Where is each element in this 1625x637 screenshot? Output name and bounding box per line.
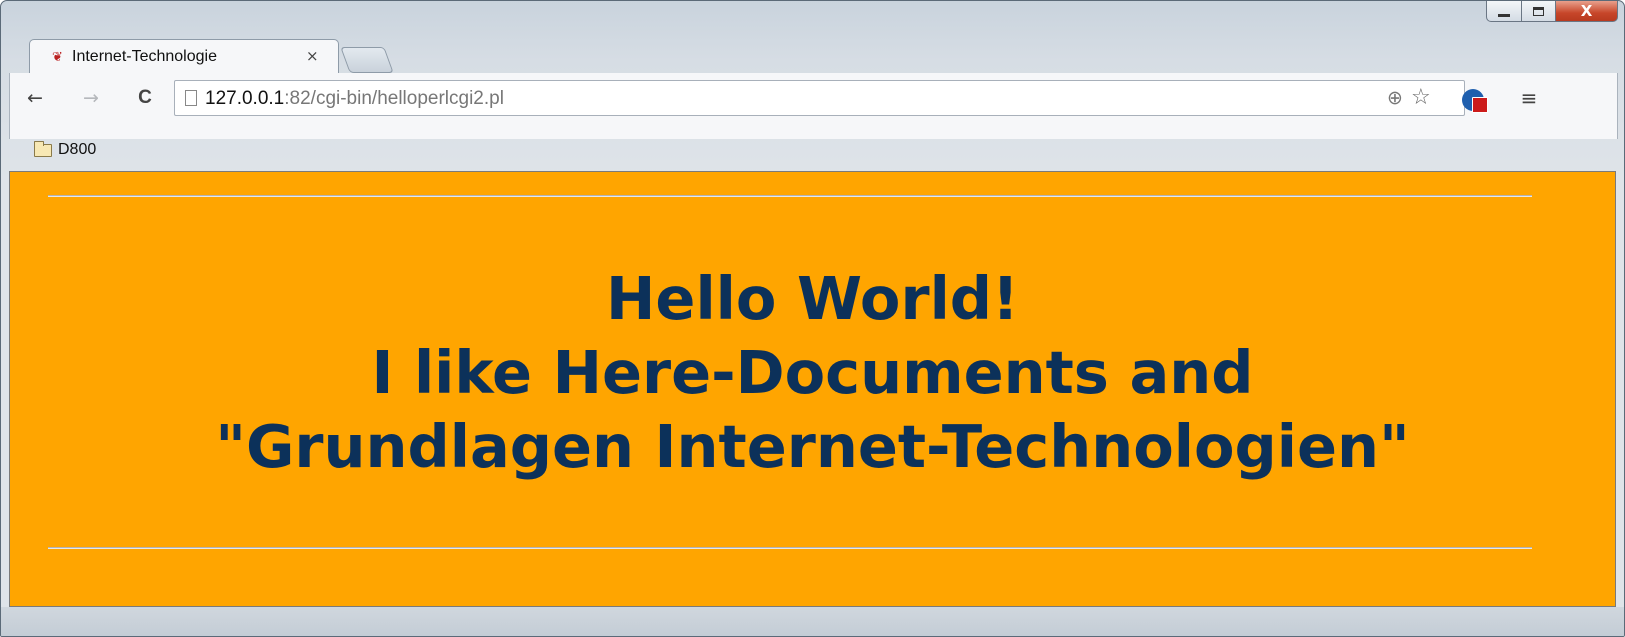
url-path: :82/cgi-bin/helloperlcgi2.pl — [284, 88, 504, 109]
page-content: Hello World! I like Here-Documents and "… — [9, 171, 1616, 607]
address-bar[interactable]: 127.0.0.1:82/cgi-bin/helloperlcgi2.pl ⊕ … — [174, 80, 1465, 116]
maximize-button[interactable] — [1522, 1, 1556, 22]
heading-line-2: I like Here-Documents and — [371, 338, 1254, 407]
minimize-icon — [1498, 13, 1510, 17]
back-arrow-icon[interactable]: ← — [24, 86, 46, 110]
pdf-badge-icon — [1472, 97, 1488, 113]
forward-arrow-icon[interactable]: → — [80, 86, 102, 110]
maximize-icon — [1533, 6, 1544, 16]
reload-icon[interactable]: C — [134, 86, 156, 110]
window-bottom-frame — [1, 607, 1624, 636]
tab-internet-technologie[interactable]: ❦ Internet-Technologie × — [29, 39, 339, 74]
close-window-button[interactable]: X — [1556, 1, 1618, 22]
new-tab-button[interactable] — [340, 47, 394, 73]
bookmark-folder-d800[interactable]: D800 — [34, 138, 96, 162]
page-heading: Hello World! I like Here-Documents and "… — [10, 262, 1615, 484]
horizontal-rule-top — [48, 195, 1532, 197]
tab-close-icon[interactable]: × — [306, 47, 322, 65]
pdf-extension-icon[interactable] — [1462, 89, 1488, 113]
browser-window: X ❦ Internet-Technologie × ← → C 127.0.0… — [0, 0, 1625, 637]
menu-icon[interactable]: ≡ — [1518, 86, 1540, 110]
tree-favicon-icon: ❦ — [52, 49, 63, 64]
heading-line-3: "Grundlagen Internet-Technologien" — [215, 412, 1410, 481]
url-host: 127.0.0.1 — [205, 88, 285, 109]
zoom-icon[interactable]: ⊕ — [1387, 86, 1403, 110]
page-icon — [185, 90, 197, 106]
bookmark-star-icon[interactable]: ☆ — [1411, 86, 1431, 110]
caption-buttons: X — [1486, 1, 1618, 23]
toolbar: ← → C 127.0.0.1:82/cgi-bin/helloperlcgi2… — [9, 73, 1618, 158]
horizontal-rule-bottom — [48, 547, 1532, 549]
minimize-button[interactable] — [1486, 1, 1522, 22]
bookmark-label: D800 — [58, 141, 97, 158]
heading-line-1: Hello World! — [606, 264, 1019, 333]
tab-title: Internet-Technologie — [72, 48, 217, 65]
folder-icon — [34, 140, 52, 157]
url-text: 127.0.0.1:82/cgi-bin/helloperlcgi2.pl — [205, 87, 504, 111]
